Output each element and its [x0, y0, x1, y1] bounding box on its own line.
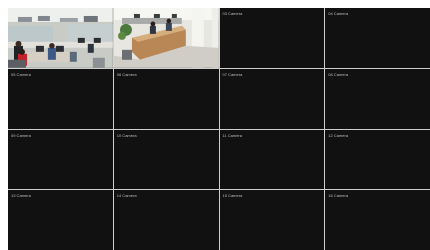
camera-tile[interactable]: 08 Camera: [325, 68, 430, 129]
camera-tile[interactable]: [113, 8, 219, 68]
camera-label: 03 Camera: [222, 11, 243, 16]
camera-grid: 03 Camera 04 Camera 05 Camera 06 Camera …: [8, 8, 430, 250]
camera-tile[interactable]: 07 Camera: [219, 68, 325, 129]
camera-feed-2: [113, 8, 219, 68]
camera-tile[interactable]: 16 Camera: [325, 190, 430, 250]
camera-tile[interactable]: 09 Camera: [8, 129, 113, 190]
camera-label: 09 Camera: [11, 132, 31, 138]
camera-label: 12 Camera: [328, 132, 349, 138]
camera-label: 15 Camera: [222, 193, 243, 199]
camera-label: 11 Camera: [222, 132, 243, 138]
camera-label: 16 Camera: [328, 193, 349, 199]
camera-label: 14 Camera: [116, 193, 137, 199]
camera-tile[interactable]: 13 Camera: [8, 190, 113, 250]
camera-label: 08 Camera: [328, 71, 349, 77]
camera-label: 10 Camera: [116, 132, 137, 138]
camera-tile[interactable]: 10 Camera: [113, 129, 219, 190]
camera-label: 06 Camera: [116, 71, 137, 77]
camera-tile[interactable]: 03 Camera: [219, 8, 325, 68]
camera-label: 05 Camera: [11, 71, 31, 77]
camera-tile[interactable]: 14 Camera: [113, 190, 219, 250]
camera-feed-1: [8, 8, 113, 68]
camera-tile[interactable]: 11 Camera: [219, 129, 325, 190]
camera-tile[interactable]: 06 Camera: [113, 68, 219, 129]
camera-label: 04 Camera: [328, 11, 349, 16]
camera-tile[interactable]: 12 Camera: [325, 129, 430, 190]
camera-label: 07 Camera: [222, 71, 243, 77]
camera-label: 13 Camera: [11, 193, 31, 199]
camera-tile[interactable]: 04 Camera: [325, 8, 430, 68]
camera-tile[interactable]: 15 Camera: [219, 190, 325, 250]
camera-tile[interactable]: [8, 8, 113, 68]
camera-tile[interactable]: 05 Camera: [8, 68, 113, 129]
